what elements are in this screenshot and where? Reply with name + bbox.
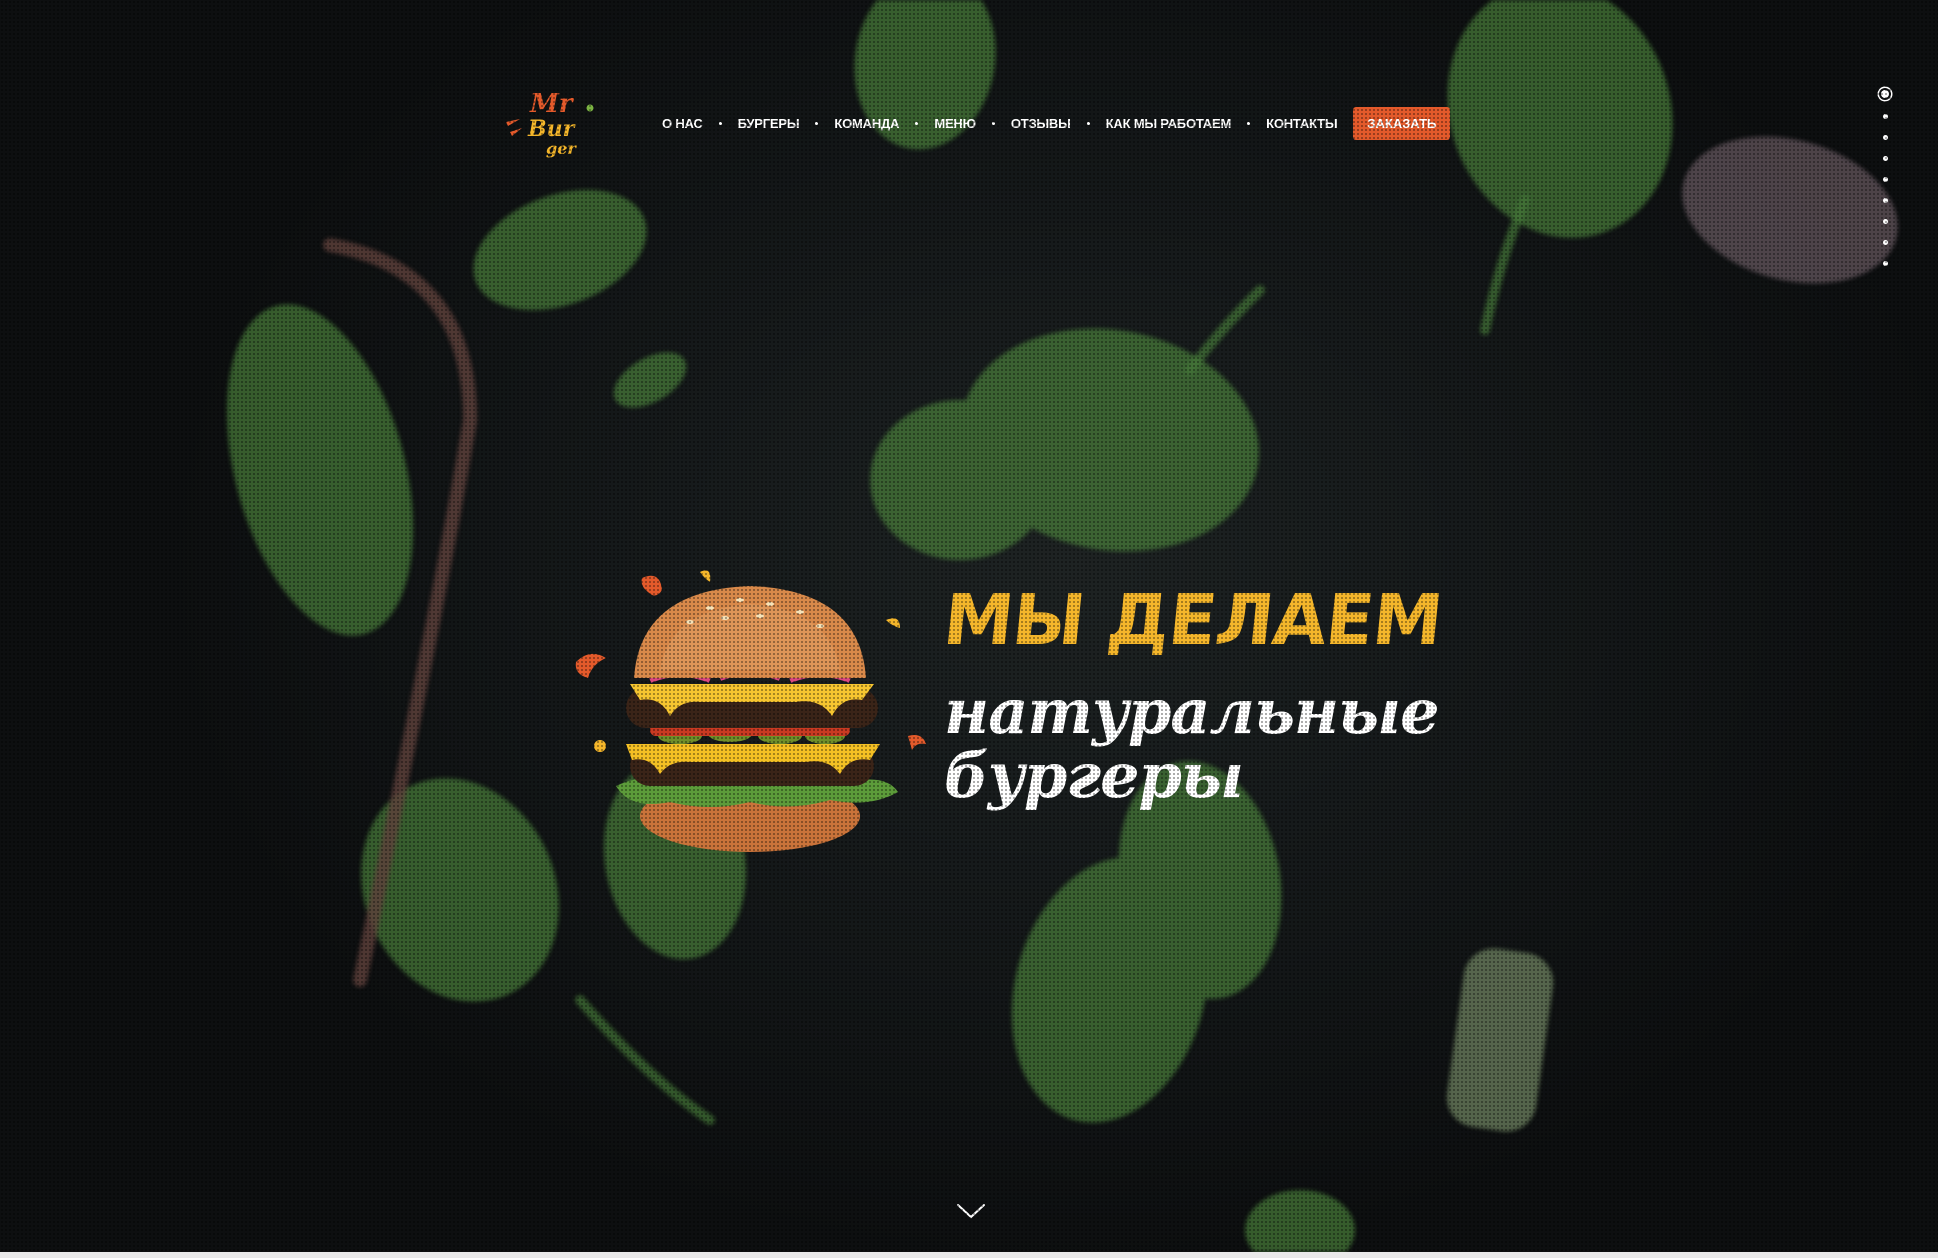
hero-headline-top: МЫ ДЕЛАЕМ	[939, 579, 1446, 661]
burger-image	[570, 560, 930, 860]
nav-separator	[1247, 121, 1251, 125]
logo-text-mr: Mr	[529, 89, 575, 119]
section-pager	[1878, 84, 1892, 274]
order-button[interactable]: ЗАКАЗАТЬ	[1353, 106, 1451, 140]
pager-dot-5[interactable]	[1882, 177, 1888, 182]
pager-dot-9[interactable]	[1882, 261, 1888, 266]
brand-logo[interactable]: Mr Bur ger	[500, 82, 600, 162]
page-bottom-edge	[0, 1252, 1938, 1258]
pager-dot-4[interactable]	[1882, 156, 1888, 161]
nav-item-about[interactable]: О НАС	[662, 116, 703, 131]
pager-dot-3[interactable]	[1882, 135, 1888, 140]
nav-item-how-we-work[interactable]: КАК МЫ РАБОТАЕМ	[1106, 116, 1232, 131]
pager-dot-2[interactable]	[1882, 114, 1888, 119]
nav-item-burgers[interactable]: БУРГЕРЫ	[738, 116, 800, 131]
nav-separator	[991, 121, 995, 125]
pager-dot-8[interactable]	[1882, 240, 1888, 245]
nav-separator	[718, 121, 722, 125]
pager-dot-6[interactable]	[1882, 198, 1888, 203]
nav-item-team[interactable]: КОМАНДА	[834, 116, 899, 131]
nav-item-reviews[interactable]: ОТЗЫВЫ	[1011, 116, 1071, 131]
nav-separator	[815, 121, 819, 125]
nav-separator	[915, 121, 919, 125]
pager-dot-1[interactable]	[1881, 90, 1889, 98]
hero-headline-line2: натуральные	[944, 675, 1440, 748]
main-nav: О НАС БУРГЕРЫ КОМАНДА МЕНЮ ОТЗЫВЫ КАК МЫ…	[662, 106, 1451, 140]
nav-item-menu[interactable]: МЕНЮ	[934, 116, 976, 131]
chevron-down-icon[interactable]	[954, 1200, 988, 1222]
hero-headline-line3: бургеры	[944, 739, 1244, 812]
nav-separator	[1086, 121, 1090, 125]
hero-headline-bottom: натуральные бургеры	[944, 680, 1444, 808]
nav-item-contacts[interactable]: КОНТАКТЫ	[1266, 116, 1337, 131]
logo-text-ger: ger	[546, 139, 577, 158]
hero-section: Mr Bur ger О НАС БУРГЕРЫ КОМАНДА МЕНЮ ОТ…	[0, 0, 1938, 1252]
pager-dot-7[interactable]	[1882, 219, 1888, 224]
